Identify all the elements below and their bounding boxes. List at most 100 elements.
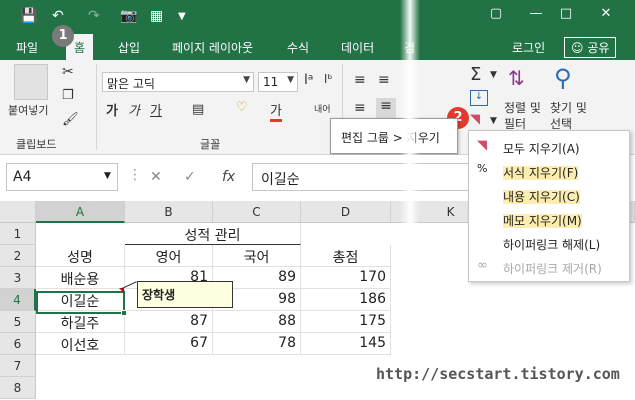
table-cell[interactable]: 이선호 (36, 333, 125, 355)
cancel-icon[interactable]: ✕ (150, 169, 162, 185)
fill-handle[interactable] (121, 310, 127, 316)
tab-file[interactable]: 파일 (16, 39, 38, 56)
form-icon[interactable]: ▦ (150, 8, 163, 24)
close-icon[interactable]: ✕ (592, 6, 620, 26)
table-cell[interactable]: 175 (301, 311, 391, 333)
header-cell-korean[interactable]: 국어 (213, 245, 301, 267)
column-header-d[interactable]: D (301, 201, 391, 223)
font-color-button[interactable]: 가 (270, 100, 282, 122)
table-cell[interactable]: 78 (213, 333, 301, 355)
format-painter-icon[interactable]: 🖌 (62, 112, 79, 127)
menu-item-label: 하이퍼링크 제거(R) (503, 262, 602, 276)
header-cell-total[interactable]: 총점 (301, 245, 391, 267)
table-cell[interactable]: 170 (301, 267, 391, 289)
align-top-icon[interactable]: ≡ (354, 72, 366, 88)
fill-icon[interactable]: ↓ (470, 90, 488, 106)
header-cell-english[interactable]: 영어 (125, 245, 213, 267)
save-icon[interactable]: 💾 (20, 8, 37, 24)
sort-filter-icon[interactable]: ⇅ (508, 66, 525, 90)
bold-button[interactable]: 가 (106, 100, 118, 119)
row-header-5[interactable]: 5 (0, 311, 36, 333)
menu-item-clear-all[interactable]: ◥ 모두 지우기(A) (469, 135, 629, 159)
table-cell[interactable]: 145 (301, 333, 391, 355)
table-cell[interactable]: 87 (125, 311, 213, 333)
camera-icon[interactable]: 📷 (120, 8, 137, 24)
align-left-icon[interactable]: ≡ (354, 100, 366, 116)
undo-icon[interactable]: ↶ (52, 8, 64, 24)
table-cell[interactable]: 하길주 (36, 311, 125, 333)
tab-page-layout[interactable]: 페이지 레이아웃 (172, 39, 253, 56)
find-select-label[interactable]: 찾기 및 선택 (550, 100, 594, 132)
tab-data[interactable]: 데이터 (341, 39, 374, 56)
select-all-corner[interactable] (0, 201, 36, 223)
wrap-text-button[interactable]: 내어 (314, 102, 331, 115)
align-middle-icon[interactable]: ≡ (378, 72, 390, 88)
find-icon[interactable]: ⚲ (554, 64, 572, 92)
tab-insert[interactable]: 삽입 (118, 39, 140, 56)
align-center-icon[interactable]: ≡ (376, 98, 396, 118)
column-header-b[interactable]: B (125, 201, 213, 223)
share-label: 공유 (587, 41, 610, 55)
menu-item-label: 모두 지우기(A) (503, 142, 580, 156)
row-header-7[interactable]: 7 (0, 355, 36, 377)
redo-icon[interactable]: ↷ (88, 8, 100, 24)
tab-formulas[interactable]: 수식 (287, 39, 309, 56)
name-box[interactable]: A4 (6, 163, 118, 191)
fill-color-icon[interactable]: ♡ (236, 100, 248, 115)
menu-item-clear-hyperlinks[interactable]: 하이퍼링크 해제(L) (469, 231, 629, 255)
font-size-combo[interactable]: 11 ▼ (258, 72, 298, 92)
paste-label[interactable]: 붙여넣기 (8, 102, 48, 118)
customize-qat-icon[interactable]: ▼ (178, 11, 186, 22)
sort-filter-label[interactable]: 정렬 및 필터 (504, 100, 546, 132)
header-cell-name[interactable]: 성명 (36, 245, 125, 267)
row-header-8[interactable]: 8 (0, 377, 36, 399)
column-header-c[interactable]: C (213, 201, 301, 223)
row-header-6[interactable]: 6 (0, 333, 36, 355)
menu-item-label: 메모 지우기(M) (503, 214, 582, 228)
enter-icon[interactable]: ✓ (184, 169, 196, 185)
share-button[interactable]: ☺ 공유 (564, 37, 617, 58)
minimize-icon[interactable]: — (522, 6, 550, 26)
chevron-down-icon[interactable]: ▼ (490, 70, 497, 80)
table-cell[interactable]: 67 (125, 333, 213, 355)
chevron-down-icon[interactable]: ▼ (104, 171, 111, 181)
row-header-1[interactable]: 1 (0, 223, 36, 245)
sheet-title-cell[interactable]: 성적 관리 (125, 223, 301, 245)
title-bar: 💾 ↶ ↷ 📷 ▦ ▼ ▢ — □ ✕ (0, 0, 635, 34)
login-link[interactable]: 로그인 (512, 39, 545, 56)
underline-button[interactable]: 가 (150, 100, 162, 119)
menu-item-remove-hyperlinks: ∞ 하이퍼링크 제거(R) (469, 255, 629, 279)
formula-input[interactable]: 이길순 (252, 163, 482, 191)
table-cell[interactable]: 배순용 (36, 267, 125, 289)
increase-font-icon[interactable]: اᵃ (304, 72, 313, 88)
chevron-down-icon[interactable]: ▼ (490, 116, 497, 126)
menu-item-clear-comments[interactable]: 메모 지우기(M) (469, 207, 629, 231)
table-cell[interactable]: 186 (301, 289, 391, 311)
italic-button[interactable]: 가 (128, 100, 140, 119)
clear-dropdown-menu: ◥ 모두 지우기(A) % 서식 지우기(F) 내용 지우기(C) 메모 지우기… (468, 130, 630, 282)
menu-item-label: 하이퍼링크 해제(L) (503, 238, 601, 252)
menu-item-clear-formats[interactable]: % 서식 지우기(F) (469, 159, 629, 183)
column-header-a[interactable]: A (36, 201, 125, 223)
active-cell-border (36, 291, 127, 316)
menu-item-clear-contents[interactable]: 내용 지우기(C) (469, 183, 629, 207)
insert-function-icon[interactable]: fx (222, 169, 235, 185)
paste-icon[interactable] (14, 64, 48, 100)
table-cell[interactable]: 88 (213, 311, 301, 333)
row-header-4[interactable]: 4 (0, 289, 36, 311)
image-glare (400, 0, 420, 400)
row-header-2[interactable]: 2 (0, 245, 36, 267)
font-name-combo[interactable]: 맑은 고딕 ▼ (102, 72, 254, 92)
ribbon-display-icon[interactable]: ▢ (482, 6, 510, 26)
font-name-value: 맑은 고딕 (107, 77, 155, 91)
cut-icon[interactable]: ✂ (62, 64, 74, 80)
row-header-3[interactable]: 3 (0, 267, 36, 289)
copy-icon[interactable]: ❐ (62, 88, 74, 103)
autosum-icon[interactable]: Σ (470, 64, 481, 85)
divider (96, 64, 97, 150)
border-icon[interactable]: ▤ (192, 102, 204, 117)
eraser-icon[interactable]: ◥ (470, 112, 480, 127)
decrease-font-icon[interactable]: اᵇ (324, 72, 332, 86)
menu-item-label: 내용 지우기(C) (503, 190, 580, 204)
maximize-icon[interactable]: □ (552, 6, 580, 26)
